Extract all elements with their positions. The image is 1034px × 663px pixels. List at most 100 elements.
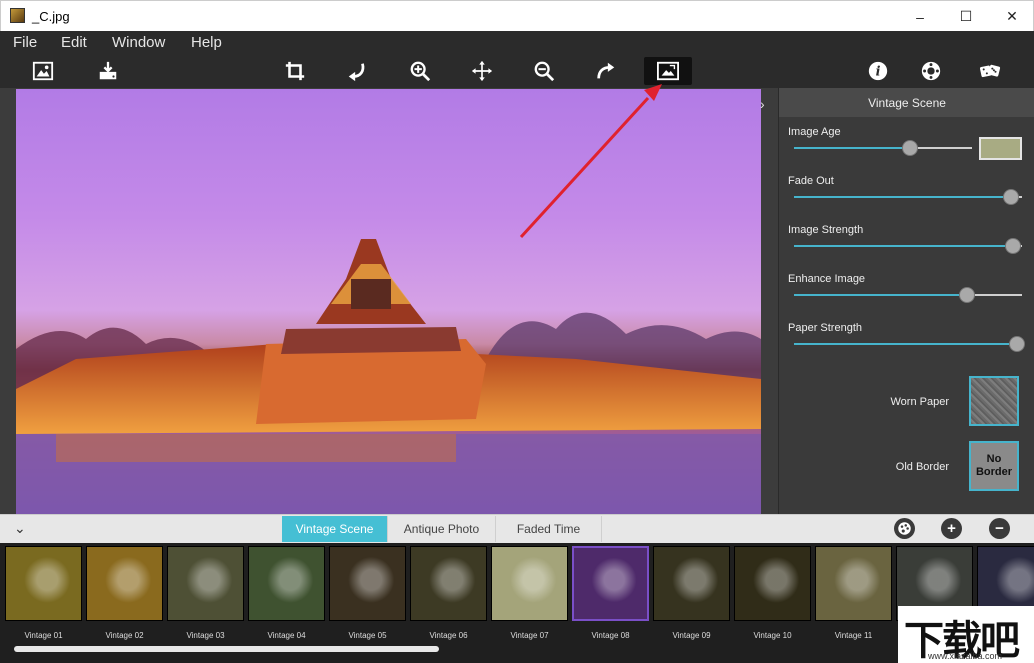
zoom-out-icon [534, 61, 555, 82]
rotate-left-button[interactable] [341, 57, 373, 85]
save-button[interactable] [92, 57, 124, 85]
preset-thumbnail-label: Vintage 11 [834, 631, 873, 640]
preset-thumbnail-strip: Vintage 01 Vintage 02 Vintage 03 Vintage 04… [0, 543, 1034, 663]
settings-button[interactable] [915, 57, 947, 85]
preset-thumbnail[interactable] [734, 546, 811, 621]
preset-thumbnail[interactable] [5, 546, 82, 621]
toolbar: i [0, 55, 1034, 88]
panel-title: Vintage Scene [779, 88, 1034, 117]
worn-paper-label: Worn Paper [890, 396, 950, 408]
menu-bar: File Edit Window Help [0, 31, 1034, 55]
slider-label-image-strength: Image Strength [788, 224, 864, 236]
preset-thumbnail[interactable] [167, 546, 244, 621]
age-color-swatch[interactable] [979, 137, 1022, 160]
palette-icon [898, 522, 911, 535]
window-title: _C.jpg [32, 9, 70, 24]
photo-scene [16, 239, 761, 514]
worn-paper-texture[interactable] [969, 376, 1019, 426]
preset-thumbnail-label: Vintage 07 [510, 631, 549, 640]
chevron-right-icon[interactable]: › [760, 96, 765, 112]
slider-enhance-image[interactable] [794, 287, 1022, 303]
download-tray-icon [99, 61, 117, 80]
preset-thumbnail-label: Vintage 01 [24, 631, 63, 640]
crop-button[interactable] [279, 57, 311, 85]
crop-icon [285, 61, 305, 81]
preset-thumbnail[interactable] [86, 546, 163, 621]
slider-thumb[interactable] [959, 287, 976, 303]
minimize-button[interactable]: – [897, 1, 943, 32]
app-icon [10, 8, 25, 23]
menu-help[interactable]: Help [191, 34, 222, 51]
canvas-area[interactable]: › [0, 88, 778, 514]
menu-file[interactable]: File [13, 34, 37, 51]
slider-image-strength[interactable] [794, 238, 1022, 254]
move-button[interactable] [466, 57, 498, 85]
preset-thumbnail[interactable] [653, 546, 730, 621]
svg-text:i: i [876, 65, 881, 80]
preset-thumbnail-label: Vintage 10 [753, 631, 792, 640]
image-icon [32, 61, 54, 81]
slider-thumb[interactable] [901, 140, 918, 156]
slider-label-paper-strength: Paper Strength [788, 322, 862, 334]
add-preset-button[interactable]: + [941, 518, 962, 539]
preset-thumbnail-label: Vintage 09 [672, 631, 711, 640]
rotate-left-icon [348, 63, 365, 82]
tab-antique-photo[interactable]: Antique Photo [388, 516, 496, 542]
close-button[interactable]: ✕ [989, 1, 1034, 32]
palette-button[interactable] [894, 518, 915, 539]
preset-thumbnail[interactable] [491, 546, 568, 621]
menu-edit[interactable]: Edit [61, 34, 87, 51]
slider-paper-strength[interactable] [794, 336, 1026, 352]
tab-vintage-scene[interactable]: Vintage Scene [282, 516, 388, 542]
open-image-button[interactable] [27, 57, 59, 85]
old-border-label: Old Border [895, 461, 949, 473]
horizontal-scrollbar[interactable] [14, 646, 439, 652]
zoom-in-button[interactable] [404, 57, 436, 85]
zoom-out-button[interactable] [528, 57, 560, 85]
slider-label-enhance-image: Enhance Image [788, 273, 866, 285]
watermark: 下载吧 www.xiazaiba.com [898, 606, 1034, 663]
preset-thumbnail[interactable] [248, 546, 325, 621]
plus-icon: + [947, 520, 956, 537]
slider-label-image-age: Image Age [788, 126, 841, 138]
preset-thumbnail-label: Vintage 06 [429, 631, 468, 640]
old-border-texture[interactable]: No Border [969, 441, 1019, 491]
info-button[interactable]: i [862, 57, 894, 85]
settings-icon [921, 61, 941, 81]
menu-window[interactable]: Window [112, 34, 165, 51]
zoom-in-icon [410, 61, 431, 82]
preset-thumbnail-label: Vintage 05 [348, 631, 387, 640]
rotate-right-icon [597, 62, 615, 79]
slider-thumb[interactable] [1004, 238, 1021, 254]
fit-image-button[interactable] [644, 57, 692, 85]
maximize-button[interactable]: ☐ [943, 1, 989, 32]
preset-thumbnail-label: Vintage 02 [105, 631, 144, 640]
preset-thumbnail-label: Vintage 08 [591, 631, 630, 640]
slider-image-age[interactable] [794, 140, 972, 156]
slider-fade-out[interactable] [794, 189, 1022, 205]
photo-preview[interactable] [16, 89, 761, 514]
dice-icon [979, 64, 1001, 78]
slider-thumb[interactable] [1009, 336, 1026, 352]
preset-thumbnail-label: Vintage 03 [186, 631, 225, 640]
remove-preset-button[interactable]: − [989, 518, 1010, 539]
preset-thumbnail[interactable] [572, 546, 649, 621]
preset-thumbnail[interactable] [410, 546, 487, 621]
info-icon: i [868, 61, 888, 81]
move-icon [471, 60, 493, 82]
fit-image-icon [657, 61, 679, 81]
preset-thumbnail[interactable] [815, 546, 892, 621]
slider-thumb[interactable] [1002, 189, 1019, 205]
preset-thumbnail-label: Vintage 04 [267, 631, 306, 640]
preset-thumbnail[interactable] [329, 546, 406, 621]
title-bar: _C.jpg – ☐ ✕ [0, 0, 1034, 31]
preset-tab-bar: ⌄ Vintage Scene Antique Photo Faded Time… [0, 514, 1034, 543]
watermark-url: www.xiazaiba.com [928, 651, 1003, 661]
effect-panel: Vintage Scene Image Age Fade Out Image S… [778, 88, 1034, 514]
tab-faded-time[interactable]: Faded Time [496, 516, 602, 542]
slider-label-fade-out: Fade Out [788, 175, 834, 187]
chevron-down-icon[interactable]: ⌄ [14, 520, 26, 537]
randomize-button[interactable] [974, 57, 1006, 85]
minus-icon: − [995, 520, 1004, 537]
rotate-right-button[interactable] [590, 57, 622, 85]
